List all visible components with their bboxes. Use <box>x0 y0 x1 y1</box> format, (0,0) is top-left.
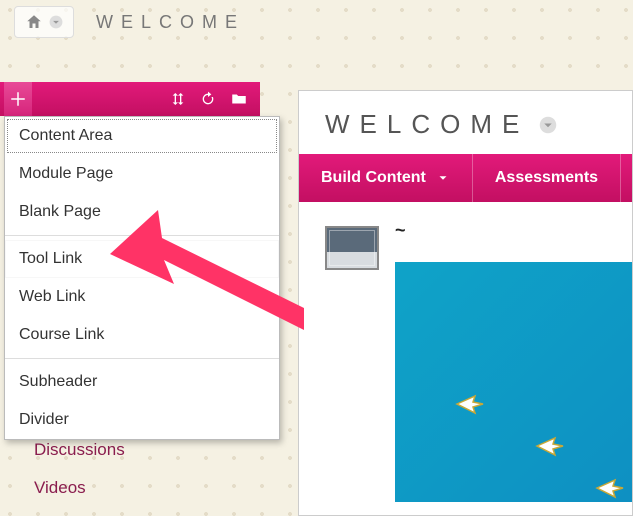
plus-icon <box>9 90 27 108</box>
menu-item-web-link[interactable]: Web Link <box>5 278 279 316</box>
item-title[interactable]: ~ <box>395 220 406 241</box>
chevron-down-icon[interactable] <box>539 116 557 134</box>
folder-icon[interactable] <box>230 90 248 108</box>
cursor-graphic <box>535 434 565 460</box>
menu-item-tool-link[interactable]: Tool Link <box>5 240 279 278</box>
tab-label: Build Content <box>321 169 426 187</box>
reorder-icon[interactable] <box>170 91 186 107</box>
menu-divider <box>5 358 279 359</box>
action-bar: Build Content Assessments <box>299 154 632 202</box>
home-icon <box>25 13 43 31</box>
tab-assessments[interactable]: Assessments <box>473 154 621 202</box>
course-menu-toolbar <box>0 82 260 116</box>
breadcrumb-title: WELCOME <box>84 12 245 33</box>
menu-item-blank-page[interactable]: Blank Page <box>5 193 279 231</box>
sidebar-link-videos[interactable]: Videos <box>34 478 125 498</box>
tab-build-content[interactable]: Build Content <box>299 154 473 202</box>
page-title: WELCOME <box>325 109 529 140</box>
menu-item-divider[interactable]: Divider <box>5 401 279 439</box>
menu-item-course-link[interactable]: Course Link <box>5 316 279 354</box>
item-image <box>395 262 633 502</box>
menu-divider <box>5 235 279 236</box>
tab-label: Assessments <box>495 169 598 187</box>
add-menu-button[interactable] <box>4 82 32 116</box>
content-body: ~ <box>299 202 632 294</box>
refresh-icon[interactable] <box>200 91 216 107</box>
cursor-graphic <box>595 476 625 502</box>
chevron-down-icon <box>436 171 450 185</box>
cursor-graphic <box>455 392 485 418</box>
menu-item-module-page[interactable]: Module Page <box>5 155 279 193</box>
item-thumbnail[interactable] <box>325 226 379 270</box>
home-button[interactable] <box>14 6 74 38</box>
page-title-row: WELCOME <box>299 91 632 154</box>
content-frame: WELCOME Build Content Assessments ~ <box>298 90 633 516</box>
menu-item-content-area[interactable]: Content Area <box>5 117 279 155</box>
sidebar-link-discussions[interactable]: Discussions <box>34 440 125 460</box>
breadcrumb: WELCOME <box>14 6 245 38</box>
chevron-down-icon <box>49 15 63 29</box>
course-menu-links: Discussions Videos <box>34 440 125 498</box>
add-menu-dropdown: Content Area Module Page Blank Page Tool… <box>4 116 280 440</box>
menu-item-subheader[interactable]: Subheader <box>5 363 279 401</box>
